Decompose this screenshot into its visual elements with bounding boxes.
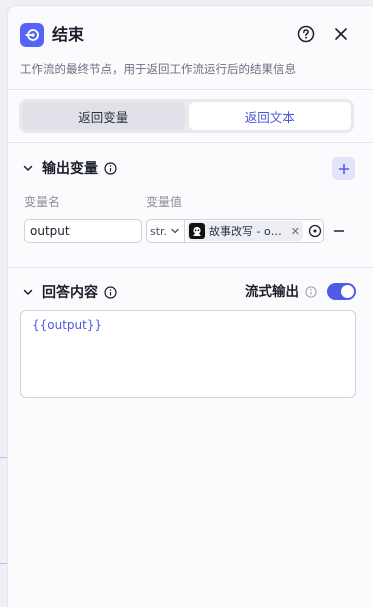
bot-icon bbox=[189, 223, 205, 239]
output-section-header[interactable]: 输出变量 bbox=[20, 157, 117, 179]
variable-name-input[interactable] bbox=[24, 219, 142, 243]
toggle-knob bbox=[341, 285, 354, 298]
column-label-name: 变量名 bbox=[24, 195, 61, 209]
mode-tabs: 返回变量 返回文本 bbox=[19, 99, 354, 133]
variable-value-field: str. 故事改写 - o… ✕ bbox=[146, 219, 324, 243]
info-icon bbox=[103, 161, 117, 175]
reference-tag-label: 故事改写 - o… bbox=[209, 225, 282, 238]
info-icon bbox=[304, 285, 318, 299]
minus-icon bbox=[333, 230, 345, 232]
target-icon[interactable] bbox=[307, 223, 323, 239]
tab-return-text[interactable]: 返回文本 bbox=[188, 102, 351, 130]
stream-output-toggle[interactable] bbox=[327, 283, 356, 300]
help-icon[interactable] bbox=[296, 24, 316, 44]
answer-content-editor[interactable]: {{output}} bbox=[20, 310, 356, 398]
close-icon[interactable] bbox=[331, 24, 351, 44]
chevron-down-icon bbox=[171, 228, 179, 234]
section-title: 回答内容 bbox=[42, 285, 98, 301]
node-title: 结束 bbox=[52, 25, 85, 44]
remove-variable-button[interactable] bbox=[331, 223, 347, 239]
answer-section-header[interactable]: 回答内容 bbox=[20, 281, 117, 303]
canvas-background bbox=[0, 0, 7, 607]
type-select[interactable]: str. bbox=[147, 220, 185, 242]
close-icon[interactable]: ✕ bbox=[291, 225, 300, 238]
type-select-value: str. bbox=[150, 224, 167, 238]
panel-header: 结束 工作流的最终节点，用于返回工作流运行后的结果信息 bbox=[8, 6, 373, 96]
chevron-down-icon[interactable] bbox=[20, 284, 36, 300]
tab-return-variables[interactable]: 返回变量 bbox=[22, 102, 185, 130]
end-node-icon bbox=[20, 23, 44, 47]
section-title: 输出变量 bbox=[42, 161, 98, 177]
divider bbox=[8, 267, 373, 268]
info-icon bbox=[103, 285, 117, 299]
node-description: 工作流的最终节点，用于返回工作流运行后的结果信息 bbox=[20, 62, 296, 76]
add-variable-button[interactable] bbox=[332, 157, 355, 180]
reference-tag[interactable]: 故事改写 - o… ✕ bbox=[187, 221, 303, 241]
connection-line bbox=[0, 563, 7, 564]
chevron-down-icon[interactable] bbox=[20, 160, 36, 176]
plus-icon bbox=[338, 163, 349, 174]
stream-output-label: 流式输出 bbox=[245, 284, 299, 300]
column-label-value: 变量值 bbox=[146, 195, 183, 209]
end-node-panel: 结束 工作流的最终节点，用于返回工作流运行后的结果信息 返回变量 返回文本 输出… bbox=[7, 5, 373, 607]
divider bbox=[8, 142, 373, 143]
connection-line bbox=[0, 457, 7, 458]
divider bbox=[8, 89, 373, 90]
